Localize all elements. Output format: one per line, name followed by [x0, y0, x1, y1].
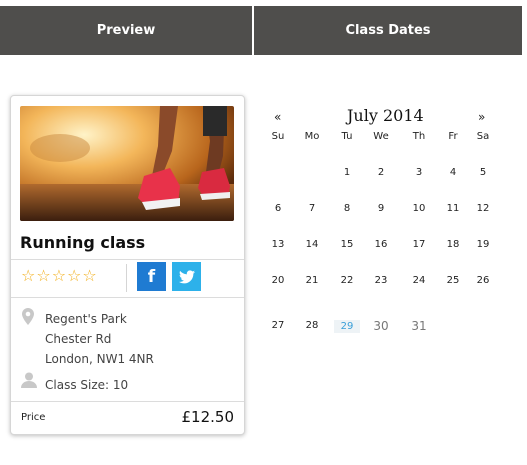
- star-rating[interactable]: ☆ ☆ ☆ ☆ ☆: [21, 268, 97, 284]
- calendar-day[interactable]: 28: [299, 320, 325, 331]
- calendar-day[interactable]: 18: [440, 239, 466, 250]
- calendar-day[interactable]: 20: [265, 275, 291, 286]
- weekday-label: Fr: [448, 131, 458, 142]
- calendar-day[interactable]: 30: [368, 319, 394, 333]
- calendar-day[interactable]: 27: [265, 320, 291, 331]
- calendar-day[interactable]: 7: [299, 203, 325, 214]
- class-card: Running class ☆ ☆ ☆ ☆ ☆ f Regent's Park …: [10, 95, 245, 435]
- tab-preview[interactable]: Preview: [0, 6, 252, 55]
- calendar-day[interactable]: 12: [470, 203, 496, 214]
- tab-class-dates[interactable]: Class Dates: [254, 6, 522, 55]
- calendar-month-title: July 2014: [347, 106, 424, 125]
- calendar-day[interactable]: 29: [334, 320, 360, 333]
- calendar-day[interactable]: 8: [334, 203, 360, 214]
- twitter-icon: [178, 269, 195, 283]
- calendar-day[interactable]: 2: [368, 167, 394, 178]
- person-icon: [21, 372, 37, 388]
- twitter-share-button[interactable]: [172, 262, 201, 291]
- calendar-day[interactable]: 17: [406, 239, 432, 250]
- address-line: Regent's Park: [45, 312, 127, 326]
- facebook-share-button[interactable]: f: [137, 262, 166, 291]
- calendar-day[interactable]: 4: [440, 167, 466, 178]
- calendar-day[interactable]: 14: [299, 239, 325, 250]
- star-icon[interactable]: ☆: [82, 268, 96, 284]
- weekday-label: Tu: [341, 131, 353, 142]
- weekday-label: We: [373, 131, 389, 142]
- facebook-icon: f: [147, 266, 156, 287]
- divider: [11, 259, 244, 260]
- calendar-day[interactable]: 26: [470, 275, 496, 286]
- star-icon[interactable]: ☆: [36, 268, 50, 284]
- divider: [11, 297, 244, 298]
- calendar-day[interactable]: 15: [334, 239, 360, 250]
- location-pin-icon: [22, 308, 34, 325]
- divider: [11, 401, 244, 402]
- price-label: Price: [21, 412, 46, 423]
- calendar-day[interactable]: 24: [406, 275, 432, 286]
- calendar-day[interactable]: 22: [334, 275, 360, 286]
- next-month-button[interactable]: »: [478, 110, 485, 124]
- price-value: £12.50: [181, 408, 235, 426]
- calendar-day[interactable]: 25: [440, 275, 466, 286]
- calendar-day[interactable]: 23: [368, 275, 394, 286]
- class-photo: [20, 106, 234, 221]
- star-icon[interactable]: ☆: [67, 268, 81, 284]
- calendar-day[interactable]: 21: [299, 275, 325, 286]
- calendar-day[interactable]: 3: [406, 167, 432, 178]
- calendar-day[interactable]: 13: [265, 239, 291, 250]
- tab-bar: Preview Class Dates: [0, 6, 522, 55]
- calendar-day[interactable]: 1: [334, 167, 360, 178]
- divider: [126, 264, 127, 292]
- star-icon[interactable]: ☆: [21, 268, 35, 284]
- weekday-label: Mo: [304, 131, 320, 142]
- calendar-day[interactable]: 5: [470, 167, 496, 178]
- calendar-day[interactable]: 19: [470, 239, 496, 250]
- calendar-day[interactable]: 31: [406, 319, 432, 333]
- calendar-day[interactable]: 9: [368, 203, 394, 214]
- address-line: London, NW1 4NR: [45, 352, 154, 366]
- calendar-day[interactable]: 10: [406, 203, 432, 214]
- weekday-label: Su: [271, 131, 285, 142]
- address-line: Chester Rd: [45, 332, 112, 346]
- calendar-day[interactable]: 6: [265, 203, 291, 214]
- weekday-label: Th: [412, 131, 426, 142]
- star-icon[interactable]: ☆: [52, 268, 66, 284]
- class-title: Running class: [20, 233, 146, 252]
- calendar-day[interactable]: 16: [368, 239, 394, 250]
- calendar-day[interactable]: 11: [440, 203, 466, 214]
- prev-month-button[interactable]: «: [274, 110, 281, 124]
- class-size: Class Size: 10: [45, 378, 129, 392]
- weekday-label: Sa: [476, 131, 490, 142]
